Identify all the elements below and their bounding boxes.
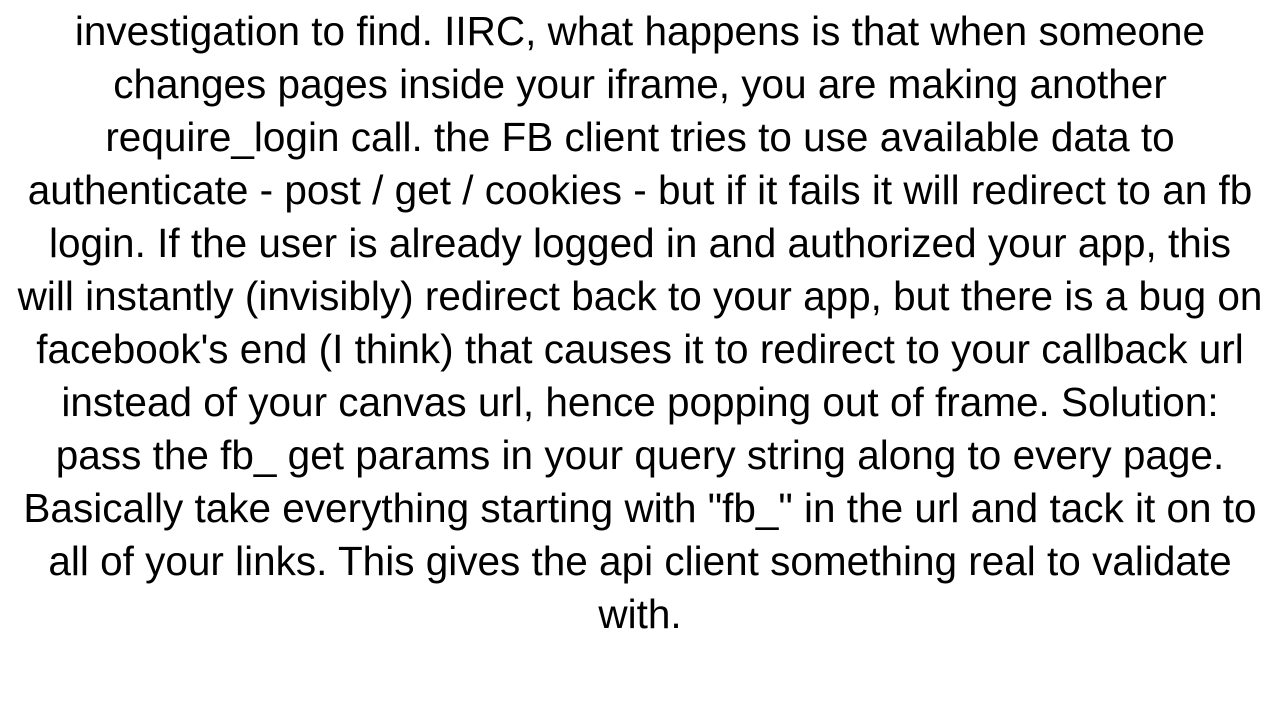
answer-body-text: Answer 3: There is a known reason for th… (0, 0, 1280, 641)
document-page: Answer 3: There is a known reason for th… (0, 0, 1280, 720)
